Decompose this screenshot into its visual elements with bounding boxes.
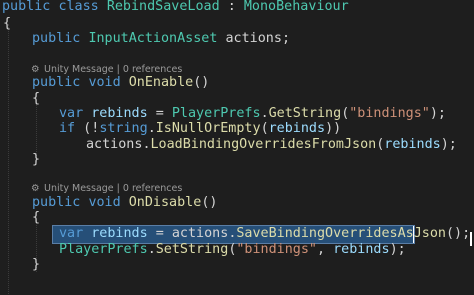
- text-caret: [413, 226, 414, 243]
- code-line-brace[interactable]: {: [32, 208, 40, 228]
- code-line-brace[interactable]: }: [32, 255, 40, 275]
- code-line-onenable-declaration[interactable]: public void OnEnable(): [32, 73, 209, 93]
- keyword: if: [59, 121, 76, 136]
- string-literal: "bindings": [236, 242, 317, 257]
- code-line-field[interactable]: public InputActionAsset actions;: [32, 29, 290, 49]
- punctuation: =: [147, 226, 172, 241]
- punctuation: .: [142, 137, 151, 152]
- code-line-brace[interactable]: }: [32, 150, 40, 170]
- keyword: var: [59, 226, 84, 241]
- method-name: IsNullOrEmpty: [155, 121, 261, 136]
- keyword: void: [88, 75, 121, 90]
- variable-name: rebinds: [333, 242, 390, 257]
- keyword: public: [32, 75, 81, 90]
- variable-name: rebinds: [384, 137, 441, 152]
- string-literal: "bindings": [349, 106, 430, 121]
- method-name: SetString: [155, 242, 229, 257]
- object-name: actions: [171, 226, 229, 241]
- punctuation: );: [440, 137, 457, 152]
- brace: {: [32, 210, 41, 225]
- variable-name: rebinds: [91, 226, 148, 241]
- method-name: LoadBindingOverridesFromJson: [150, 137, 377, 152]
- object-name: actions: [86, 137, 143, 152]
- class-name: RebindSaveLoad: [106, 0, 220, 14]
- keyword: string: [99, 121, 148, 136]
- method-name: OnEnable: [128, 75, 194, 90]
- punctuation: (): [201, 195, 218, 210]
- punctuation: (): [193, 75, 210, 90]
- punctuation: .: [147, 121, 156, 136]
- code-line-brace[interactable]: {: [32, 89, 40, 109]
- code-line-load-overrides[interactable]: actions.LoadBindingOverridesFromJson(reb…: [86, 135, 457, 155]
- type-name: InputActionAsset: [88, 31, 218, 46]
- punctuation: ();: [445, 226, 471, 241]
- punctuation: :: [219, 0, 244, 14]
- code-line-set-bindings[interactable]: PlayerPrefs.SetString("bindings", rebind…: [59, 240, 406, 260]
- keyword: void: [88, 195, 121, 210]
- code-line-class-declaration[interactable]: public class RebindSaveLoad : MonoBehavi…: [2, 0, 349, 17]
- keyword: public: [2, 0, 51, 14]
- code-line-brace[interactable]: {: [3, 14, 11, 34]
- class-name: PlayerPrefs: [59, 242, 148, 257]
- variable-name: rebinds: [268, 121, 326, 136]
- indent-guide: [8, 24, 9, 294]
- brace: }: [32, 257, 41, 272]
- base-class-name: MonoBehaviour: [243, 0, 349, 14]
- keyword: public: [32, 31, 81, 46]
- punctuation: )): [325, 121, 342, 136]
- brace: {: [3, 16, 12, 31]
- punctuation: .: [147, 242, 156, 257]
- ibeam-cursor-icon: [470, 232, 472, 246]
- punctuation: );: [389, 242, 406, 257]
- punctuation: (: [260, 121, 269, 136]
- punctuation: ;: [281, 31, 290, 46]
- code-line-ondisable-declaration[interactable]: public void OnDisable(): [32, 193, 217, 213]
- method-name: OnDisable: [128, 195, 202, 210]
- punctuation: ,: [317, 242, 334, 257]
- method-name: SaveBindingOverridesAsJson: [236, 226, 446, 241]
- brace: }: [32, 152, 41, 167]
- field-name: actions: [225, 31, 282, 46]
- punctuation: (!: [75, 121, 100, 136]
- punctuation: );: [429, 106, 446, 121]
- brace: {: [32, 91, 41, 106]
- keyword: class: [58, 0, 99, 14]
- code-editor[interactable]: public class RebindSaveLoad : MonoBehavi…: [0, 0, 474, 295]
